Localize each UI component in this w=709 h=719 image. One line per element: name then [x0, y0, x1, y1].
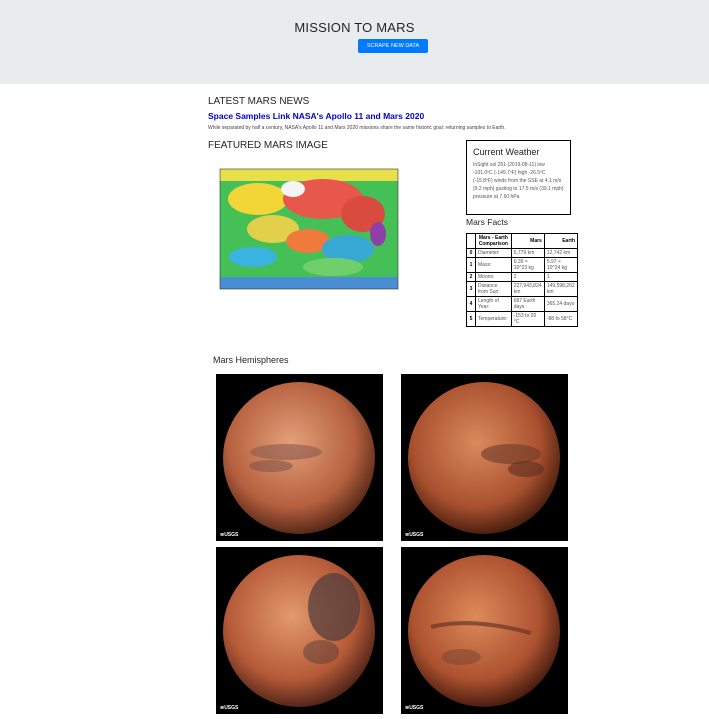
- table-cell-earth: 12,742 km: [543, 248, 579, 258]
- table-header-mars: Mars: [510, 233, 545, 249]
- table-cell-earth: -88 to 58°C: [543, 311, 579, 327]
- page-title: MISSION TO MARS: [294, 20, 415, 35]
- table-header-index: [466, 233, 476, 249]
- hemisphere-image-schiaparelli[interactable]: ≋USGS: [401, 374, 568, 541]
- table-cell-mars: 687 Earth days: [510, 296, 545, 312]
- table-cell-label: Mass:: [475, 257, 512, 273]
- table-cell-mars: 6.39 × 10^23 kg: [510, 257, 545, 273]
- news-heading: LATEST MARS NEWS: [208, 96, 310, 107]
- scrape-new-data-button[interactable]: SCRAPE NEW DATA: [358, 39, 428, 53]
- table-header-row: Mars - Earth Comparison Mars Earth: [466, 233, 579, 249]
- hemispheres-heading: Mars Hemispheres: [213, 355, 289, 365]
- table-cell-earth: 365.24 days: [543, 296, 579, 312]
- table-cell-mars: 227,943,824 km: [510, 281, 545, 297]
- table-cell-label: Length of Year:: [475, 296, 512, 312]
- table-row: 1 Mass: 6.39 × 10^23 kg 5.97 × 10^24 kg: [466, 257, 579, 273]
- table-cell-label: Distance from Sun:: [475, 281, 512, 297]
- table-row: 3 Distance from Sun: 227,943,824 km 149,…: [466, 281, 579, 297]
- table-cell-label: Diameter:: [475, 248, 512, 258]
- hemisphere-image-cerberus[interactable]: ≋USGS: [216, 374, 383, 541]
- usgs-logo: ≋USGS: [220, 705, 239, 711]
- weather-text: InSight sol 251 (2019-08-11) low -101.0º…: [473, 162, 564, 200]
- table-cell-mars: 6,779 km: [510, 248, 545, 258]
- table-cell-earth: 5.97 × 10^24 kg: [543, 257, 579, 273]
- hemisphere-image-valles-marineris[interactable]: ≋USGS: [401, 547, 568, 714]
- usgs-logo: ≋USGS: [220, 532, 239, 538]
- table-row: 2 Moons: 2 1: [466, 272, 579, 282]
- table-header-comparison: Mars - Earth Comparison: [475, 233, 512, 249]
- table-cell-earth: 1: [543, 272, 579, 282]
- table-cell-label: Temperature:: [475, 311, 512, 327]
- table-cell-index: 1: [466, 257, 476, 273]
- table-row: 4 Length of Year: 687 Earth days 365.24 …: [466, 296, 579, 312]
- table-cell-label: Moons:: [475, 272, 512, 282]
- news-paragraph: While separated by half a century, NASA'…: [208, 125, 506, 131]
- table-cell-mars: -153 to 20 °C: [510, 311, 545, 327]
- table-cell-index: 5: [466, 311, 476, 327]
- jumbotron: MISSION TO MARS SCRAPE NEW DATA: [0, 0, 709, 84]
- featured-image-heading: FEATURED MARS IMAGE: [208, 140, 328, 151]
- news-title-link[interactable]: Space Samples Link NASA's Apollo 11 and …: [208, 111, 424, 121]
- table-cell-index: 0: [466, 248, 476, 258]
- usgs-logo: ≋USGS: [405, 532, 424, 538]
- weather-heading: Current Weather: [473, 147, 540, 157]
- table-cell-index: 2: [466, 272, 476, 282]
- table-header-earth: Earth: [543, 233, 579, 249]
- current-weather-box: Current Weather InSight sol 251 (2019-08…: [466, 140, 571, 215]
- table-row: 0 Diameter: 6,779 km 12,742 km: [466, 248, 579, 258]
- table-cell-index: 3: [466, 281, 476, 297]
- table-cell-earth: 149,598,262 km: [543, 281, 579, 297]
- table-cell-mars: 2: [510, 272, 545, 282]
- usgs-logo: ≋USGS: [405, 705, 424, 711]
- mars-facts-heading: Mars Facts: [466, 217, 509, 227]
- table-cell-index: 4: [466, 296, 476, 312]
- hemisphere-image-syrtis-major[interactable]: ≋USGS: [216, 547, 383, 714]
- featured-mars-map-image[interactable]: [213, 159, 404, 298]
- mars-facts-table: Mars - Earth Comparison Mars Earth 0 Dia…: [466, 233, 579, 327]
- table-row: 5 Temperature: -153 to 20 °C -88 to 58°C: [466, 311, 579, 327]
